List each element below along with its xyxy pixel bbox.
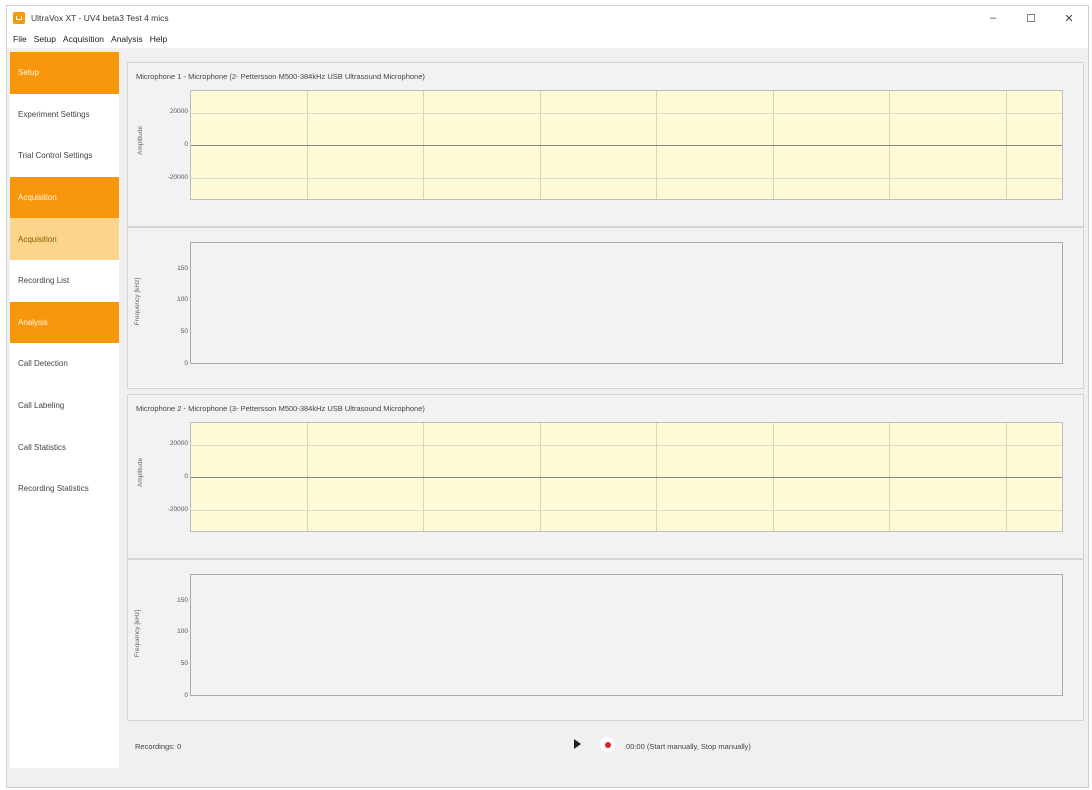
sidebar-item-recording-list[interactable]: Recording List — [10, 260, 119, 302]
mic2-freq-tick: 0 — [184, 692, 188, 699]
maximize-button[interactable]: ☐ — [1012, 6, 1050, 30]
menu-acquisition[interactable]: Acquisition — [63, 34, 104, 44]
menu-help[interactable]: Help — [150, 34, 167, 44]
mic2-amplitude-ylabel: Amplitude — [136, 458, 144, 487]
mic2-amplitude-plot[interactable] — [190, 422, 1063, 532]
recording-controls-bar: Recordings: 0 00:00 (Start manually, Sto… — [127, 725, 1084, 765]
mic1-amplitude-ylabel: Amplitude — [136, 126, 144, 155]
mic1-amp-tick: 0 — [184, 141, 188, 148]
menu-bar: File Setup Acquisition Analysis Help — [7, 30, 1088, 48]
mic2-freq-tick: 100 — [177, 628, 188, 635]
sidebar-header-analysis[interactable]: Analysis — [10, 301, 119, 344]
mic1-frequency-ylabel: Frequency [kHz] — [134, 277, 142, 326]
mic1-freq-tick: 50 — [180, 328, 188, 335]
mic2-amplitude-panel: Microphone 2 - Microphone (3- Pettersson… — [127, 394, 1084, 559]
mic2-freq-tick: 150 — [177, 597, 188, 604]
window-title: UltraVox XT - UV4 beta3 Test 4 mics — [31, 13, 169, 23]
menu-analysis[interactable]: Analysis — [111, 34, 143, 44]
mic1-freq-tick: 0 — [184, 360, 188, 367]
sidebar-item-call-labeling[interactable]: Call Labeling — [10, 385, 119, 427]
sidebar-item-acquisition[interactable]: Acquisition — [10, 218, 119, 260]
mic1-freq-tick: 100 — [177, 296, 188, 303]
sidebar-item-recording-statistics[interactable]: Recording Statistics — [10, 468, 119, 510]
mic2-title: Microphone 2 - Microphone (3- Pettersson… — [136, 404, 425, 413]
play-icon[interactable] — [574, 739, 581, 749]
mic2-amp-tick: -20000 — [167, 506, 188, 513]
sidebar-item-trial-control-settings[interactable]: Trial Control Settings — [10, 135, 119, 177]
mic2-freq-tick: 50 — [180, 660, 188, 667]
close-button[interactable]: ✕ — [1050, 6, 1088, 30]
mic2-amp-tick: 20000 — [169, 440, 188, 447]
mic2-spectrogram-plot[interactable] — [190, 574, 1063, 696]
mic2-amp-tick: 0 — [184, 473, 188, 480]
recordings-count: Recordings: 0 — [135, 742, 182, 751]
window-controls: – ☐ ✕ — [974, 6, 1088, 30]
mic1-frequency-panel: Frequency [kHz] 150 100 50 0 — [127, 227, 1084, 389]
mic1-amplitude-panel: Microphone 1 - Microphone (2- Pettersson… — [127, 62, 1084, 227]
mic1-spectrogram-plot[interactable] — [190, 242, 1063, 364]
mic1-amplitude-plot[interactable] — [190, 90, 1063, 200]
record-button[interactable] — [600, 737, 615, 752]
sidebar-header-acquisition[interactable]: Acquisition — [10, 176, 119, 219]
mic1-freq-tick: 150 — [177, 265, 188, 272]
title-bar[interactable]: UltraVox XT - UV4 beta3 Test 4 mics – ☐ … — [7, 6, 1088, 30]
mic1-amp-tick: 20000 — [169, 108, 188, 115]
app-logo-icon — [13, 12, 25, 24]
menu-file[interactable]: File — [13, 34, 27, 44]
recording-status-text: 00:00 (Start manually, Stop manually) — [626, 742, 751, 751]
sidebar-item-experiment-settings[interactable]: Experiment Settings — [10, 94, 119, 136]
mic2-frequency-panel: Frequency [kHz] 150 100 50 0 — [127, 559, 1084, 721]
sidebar-item-call-detection[interactable]: Call Detection — [10, 343, 119, 385]
app-window: UltraVox XT - UV4 beta3 Test 4 mics – ☐ … — [6, 5, 1089, 788]
menu-setup[interactable]: Setup — [34, 34, 56, 44]
mic1-title: Microphone 1 - Microphone (2- Pettersson… — [136, 72, 425, 81]
mic1-amp-tick: -20000 — [167, 174, 188, 181]
record-icon — [604, 741, 611, 748]
navigation-sidebar: Setup Experiment Settings Trial Control … — [10, 52, 119, 768]
mic2-frequency-ylabel: Frequency [kHz] — [134, 609, 142, 658]
sidebar-item-call-statistics[interactable]: Call Statistics — [10, 426, 119, 468]
minimize-button[interactable]: – — [974, 6, 1012, 30]
sidebar-header-setup[interactable]: Setup — [10, 52, 119, 94]
